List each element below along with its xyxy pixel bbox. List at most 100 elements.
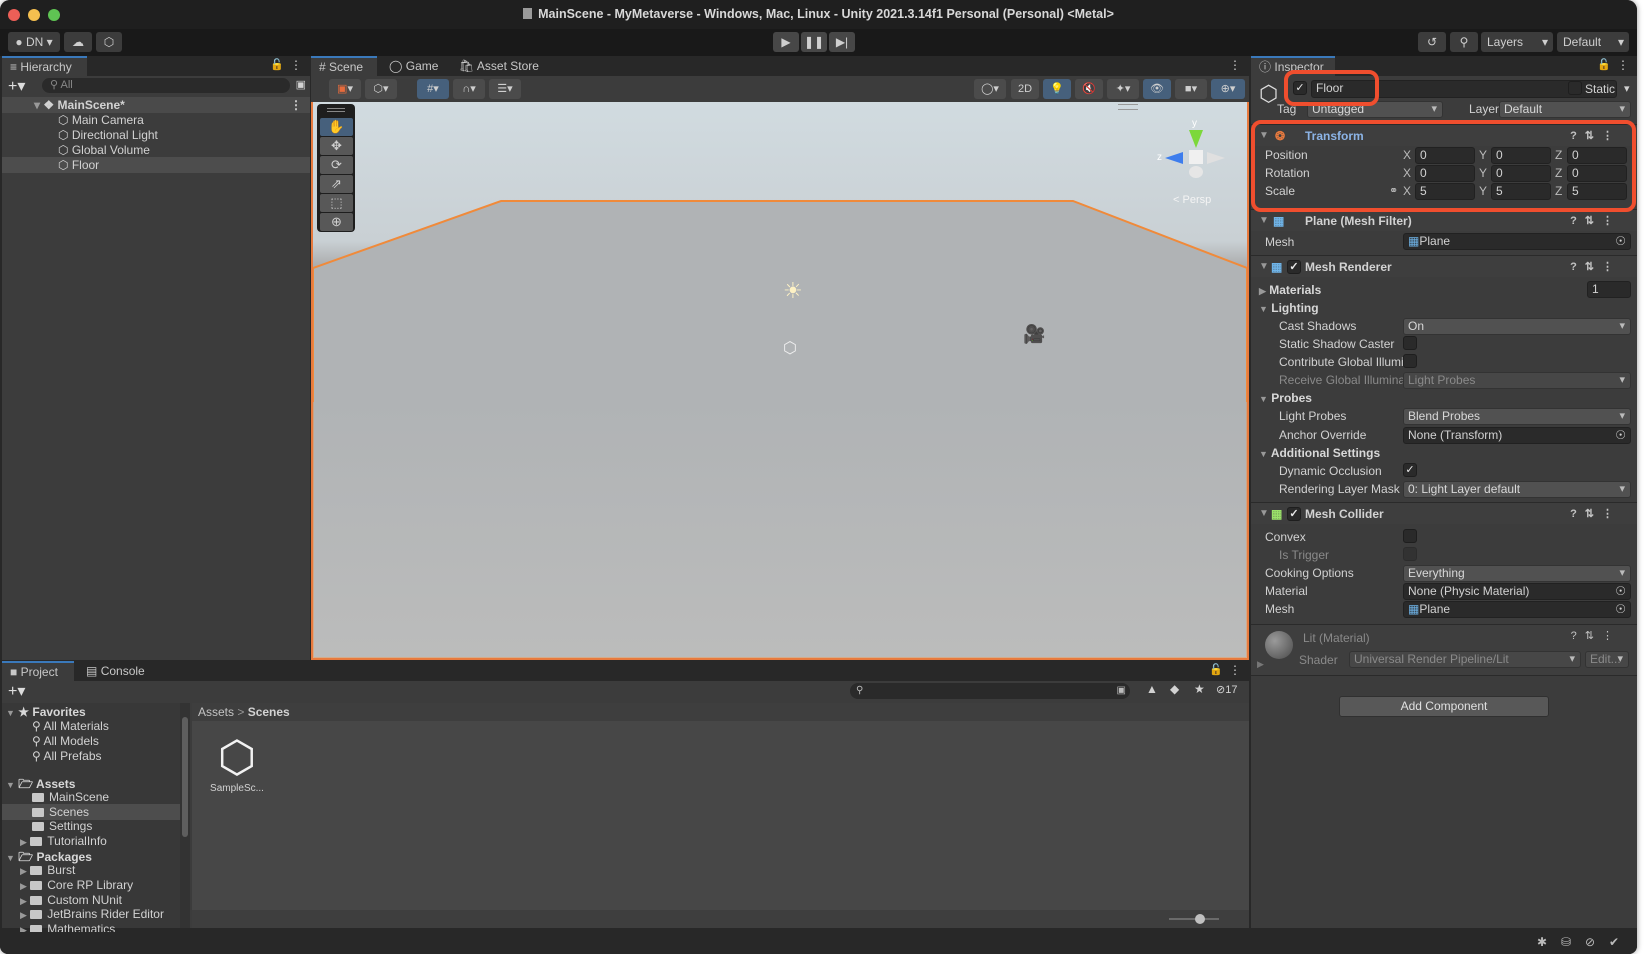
transform-rotation-z-input[interactable]: 0	[1567, 165, 1627, 182]
grid-snap-dropdown[interactable]: #▾	[417, 79, 449, 99]
more-options-icon[interactable]: ⋮	[290, 58, 302, 72]
transform-position-y-input[interactable]: 0	[1491, 147, 1551, 164]
2d-toggle[interactable]: 2D	[1011, 79, 1039, 99]
global-volume-icon[interactable]: ⬡	[783, 338, 797, 358]
pause-button[interactable]: ❚❚	[801, 32, 827, 52]
move-tool[interactable]: ✥	[320, 137, 353, 155]
package-item[interactable]: ▶ JetBrains Rider Editor	[20, 907, 164, 921]
object-picker-icon[interactable]: ☉	[1615, 428, 1626, 443]
lock-icon[interactable]: 🔓	[1597, 58, 1611, 71]
tab-game[interactable]: ◯ Game	[381, 56, 446, 76]
z-axis-cone[interactable]	[1165, 152, 1183, 164]
component-actions[interactable]: ?⇅⋮	[1570, 125, 1621, 147]
folder-item[interactable]: MainScene	[32, 790, 109, 804]
folder-item-selected[interactable]: Scenes	[2, 804, 190, 820]
x-axis-cone[interactable]	[1207, 152, 1225, 164]
center-cube[interactable]	[1189, 150, 1203, 164]
dynamic-occlusion-checkbox[interactable]: ✓	[1403, 463, 1417, 477]
tab-inspector[interactable]: ⓘ Inspector	[1251, 56, 1335, 76]
drag-handle[interactable]	[327, 108, 345, 112]
orientation-gizmo[interactable]: y z	[1157, 118, 1233, 182]
transform-position-x-input[interactable]: 0	[1415, 147, 1475, 164]
package-item[interactable]: ▶ Custom NUnit	[20, 893, 122, 907]
mesh-field[interactable]: ▦Plane ☉	[1403, 233, 1631, 250]
convex-checkbox[interactable]	[1403, 529, 1417, 543]
transform-rotation-y-input[interactable]: 0	[1491, 165, 1551, 182]
filter-type-icon[interactable]: ▲	[1146, 682, 1158, 696]
search-by-type-icon[interactable]: ▣	[1117, 683, 1126, 699]
object-picker-icon[interactable]: ☉	[1615, 602, 1626, 617]
folder-tree-scrollbar[interactable]	[180, 703, 190, 928]
transform-tool[interactable]: ⊕	[320, 213, 353, 231]
axis-label-z[interactable]: Z	[1555, 184, 1562, 198]
cooking-options-dropdown[interactable]: Everything	[1403, 565, 1631, 582]
component-actions[interactable]: ?⇅⋮	[1570, 210, 1621, 232]
mesh-filter-header[interactable]: ▼ ▦ Plane (Mesh Filter) ?⇅⋮	[1251, 209, 1637, 231]
scene-viewport[interactable]: ✋ ✥ ⟳ ⇗ ⬚ ⊕ ☀ ⬡ 🎥 y z < Persp	[311, 102, 1249, 660]
rect-tool[interactable]: ⬚	[320, 194, 353, 212]
axis-label-x[interactable]: X	[1403, 166, 1411, 180]
collider-material-field[interactable]: None (Physic Material) ☉	[1403, 583, 1631, 600]
cast-shadows-dropdown[interactable]: On	[1403, 318, 1631, 335]
mesh-renderer-header[interactable]: ▼ ▦ ✓ Mesh Renderer ?⇅⋮	[1251, 255, 1637, 277]
collapse-arrow-icon[interactable]: ▼	[1259, 210, 1269, 232]
materials-count-field[interactable]: 1	[1587, 281, 1631, 298]
gizmo-drag-handle[interactable]	[1118, 104, 1138, 110]
render-mode-dropdown[interactable]: ⬡▾	[365, 79, 397, 99]
contribute-gi-checkbox[interactable]	[1403, 354, 1417, 368]
layers-dropdown[interactable]: Layers ▾	[1481, 32, 1553, 52]
gameobject-icon[interactable]: ⬡	[1259, 81, 1278, 107]
increment-snap-dropdown[interactable]: ∩▾	[453, 79, 485, 99]
lighting-toggle[interactable]: 💡	[1043, 79, 1071, 99]
static-dropdown-arrow[interactable]: ▾	[1624, 82, 1630, 95]
shader-dropdown[interactable]: Universal Render Pipeline/Lit	[1349, 651, 1581, 668]
breadcrumb-assets[interactable]: Assets	[198, 705, 234, 719]
project-search-input[interactable]: ⚲ ▣	[850, 683, 1130, 699]
shading-dropdown[interactable]: ◯▾	[974, 79, 1006, 99]
lighting-foldout[interactable]: ▼ Lighting	[1259, 301, 1319, 315]
favorite-item[interactable]: ⚲ All Prefabs	[32, 749, 102, 763]
active-checkbox[interactable]: ✓	[1293, 81, 1307, 95]
collapse-arrow-icon[interactable]: ▼	[1259, 256, 1269, 278]
transform-rotation-x-input[interactable]: 0	[1415, 165, 1475, 182]
hierarchy-item[interactable]: ⬡ Main Camera	[2, 112, 310, 128]
component-actions[interactable]: ?⇅⋮	[1571, 629, 1621, 642]
slider-handle[interactable]	[1195, 914, 1205, 924]
transform-scale-z-input[interactable]: 5	[1567, 183, 1627, 200]
search-button[interactable]: ⚲	[1450, 32, 1478, 52]
edit-shader-button[interactable]: Edit...	[1585, 651, 1629, 668]
layer-dropdown[interactable]: Default	[1499, 101, 1631, 118]
package-item[interactable]: ▶ Core RP Library	[20, 878, 133, 892]
transform-position-z-input[interactable]: 0	[1567, 147, 1627, 164]
mesh-collider-enabled-checkbox[interactable]: ✓	[1287, 507, 1301, 521]
object-picker-icon[interactable]: ☉	[1615, 584, 1626, 599]
audio-toggle[interactable]: 🔇	[1075, 79, 1103, 99]
light-probes-dropdown[interactable]: Blend Probes	[1403, 408, 1631, 425]
draw-mode-dropdown[interactable]: ▣▾	[329, 79, 361, 99]
asset-item[interactable]: ⬡ SampleSc...	[206, 733, 268, 794]
materials-foldout[interactable]: ▶ Materials	[1259, 283, 1321, 297]
collapse-arrow-icon[interactable]: ▼	[1259, 503, 1269, 525]
expand-arrow-icon[interactable]: ▾	[34, 98, 40, 112]
tab-console[interactable]: ▤ Console	[78, 661, 153, 681]
constrain-proportions-icon[interactable]: ⚭	[1389, 184, 1398, 197]
object-picker-icon[interactable]: ☉	[1615, 234, 1626, 249]
cache-server-icon[interactable]: ⛁	[1561, 935, 1571, 949]
camera-gizmo-icon[interactable]: 🎥	[1023, 324, 1045, 345]
step-button[interactable]: ▶|	[829, 32, 855, 52]
transform-scale-y-input[interactable]: 5	[1491, 183, 1551, 200]
axis-label-x[interactable]: X	[1403, 184, 1411, 198]
component-actions[interactable]: ?⇅⋮	[1570, 503, 1621, 525]
axis-label-y[interactable]: Y	[1479, 148, 1487, 162]
scene-menu-icon[interactable]: ⋮	[290, 97, 302, 113]
add-object-button[interactable]: +▾	[8, 76, 25, 96]
ruler-dropdown[interactable]: ☰▾	[489, 79, 521, 99]
tab-project[interactable]: ■ Project	[2, 661, 74, 681]
folder-item[interactable]: Settings	[32, 819, 92, 833]
y-axis-cone[interactable]	[1189, 130, 1203, 148]
account-dropdown[interactable]: ● DN ▾	[8, 32, 60, 52]
axis-label-x[interactable]: X	[1403, 148, 1411, 162]
icon-size-slider[interactable]	[1169, 914, 1219, 924]
camera-dropdown[interactable]: ■▾	[1175, 79, 1207, 99]
lock-icon[interactable]: 🔓	[1209, 663, 1223, 676]
